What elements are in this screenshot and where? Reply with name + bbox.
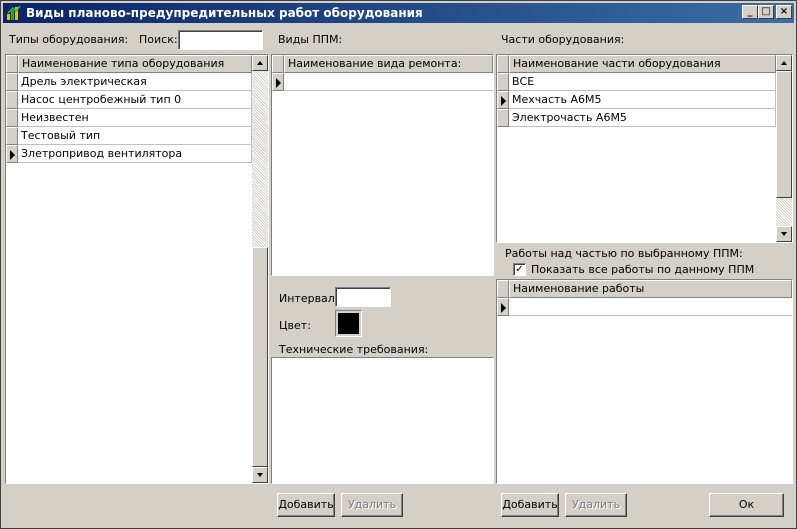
parts-label: Части оборудования:	[501, 33, 625, 46]
scroll-down-button[interactable]	[252, 467, 268, 483]
table-row-selected[interactable]: Злетропривод вентилятора	[6, 145, 252, 163]
works-grid: Наименование работы	[496, 279, 793, 484]
scroll-thumb[interactable]	[252, 247, 268, 467]
current-row-indicator	[497, 298, 509, 316]
table-cell: Мехчасть А6М5	[509, 91, 776, 109]
current-row-indicator	[272, 73, 284, 91]
show-all-works-checkbox[interactable]: ✓	[513, 263, 526, 276]
search-input[interactable]	[178, 30, 263, 50]
close-icon: ×	[779, 6, 789, 17]
show-all-works-label: Показать все работы по данному ППМ	[531, 263, 755, 276]
ppm-grid: Наименование вида ремонта:	[271, 54, 494, 276]
ok-button[interactable]: Ок	[709, 493, 784, 517]
table-cell	[509, 298, 792, 316]
tech-requirements-label: Технические требования:	[279, 343, 429, 356]
table-row[interactable]: ВСЕ	[497, 73, 776, 91]
app-icon	[7, 5, 21, 20]
table-row[interactable]: Неизвестен	[6, 109, 252, 127]
header-indicator	[497, 280, 509, 298]
current-row-indicator	[6, 145, 18, 163]
scroll-down-icon	[257, 473, 263, 477]
scroll-up-button[interactable]	[252, 55, 268, 71]
table-cell	[284, 73, 493, 91]
row-pointer-icon	[10, 150, 15, 160]
equipment-types-grid: Наименование типа оборудования Дрель эле…	[5, 54, 269, 484]
scroll-down-icon	[781, 232, 787, 236]
header-indicator	[497, 55, 509, 73]
search-label: Поиск:	[139, 33, 178, 46]
scroll-up-button[interactable]	[776, 55, 792, 71]
works-label: Работы над частью по выбранному ППМ:	[505, 247, 743, 260]
minimize-icon: _	[747, 6, 753, 17]
row-indicator	[6, 91, 18, 109]
interval-label: Интервал:	[279, 292, 339, 305]
color-picker[interactable]	[335, 310, 362, 337]
table-cell: Насос центробежный тип 0	[18, 91, 252, 109]
table-row-new[interactable]	[497, 298, 792, 316]
add-work-button[interactable]: Добавить	[501, 493, 559, 517]
scroll-thumb[interactable]	[776, 71, 792, 198]
row-indicator	[497, 73, 509, 91]
table-row-selected[interactable]: Мехчасть А6М5	[497, 91, 776, 109]
maximize-button[interactable]: □	[758, 5, 774, 19]
row-indicator	[6, 73, 18, 91]
row-pointer-icon	[501, 96, 506, 106]
current-row-indicator	[497, 91, 509, 109]
add-ppm-button[interactable]: Добавить	[277, 493, 335, 517]
close-button[interactable]: ×	[776, 5, 792, 19]
table-cell: Дрель электрическая	[18, 73, 252, 91]
tech-requirements-memo[interactable]	[271, 357, 494, 484]
row-pointer-icon	[501, 303, 506, 313]
equipment-types-label: Типы оборудования:	[9, 33, 129, 46]
parts-grid: Наименование части оборудования ВСЕ Мехч…	[496, 54, 793, 243]
row-indicator	[497, 109, 509, 127]
table-cell: Тестовый тип	[18, 127, 252, 145]
row-pointer-icon	[276, 78, 281, 88]
equipment-types-scrollbar[interactable]	[252, 55, 268, 483]
parts-scrollbar[interactable]	[776, 55, 792, 242]
table-cell: Неизвестен	[18, 109, 252, 127]
header-indicator	[6, 55, 18, 73]
part-column-header[interactable]: Наименование части оборудования	[509, 55, 776, 73]
work-column-header[interactable]: Наименование работы	[509, 280, 792, 298]
row-indicator	[6, 109, 18, 127]
minimize-button[interactable]: _	[742, 5, 758, 19]
delete-work-button[interactable]: Удалить	[565, 493, 627, 517]
main-window: Виды планово-предупредительных работ обо…	[0, 0, 797, 529]
table-row-new[interactable]	[272, 73, 493, 91]
table-cell: Злетропривод вентилятора	[18, 145, 252, 163]
table-cell: ВСЕ	[509, 73, 776, 91]
title-bar[interactable]: Виды планово-предупредительных работ обо…	[3, 3, 794, 23]
delete-ppm-button[interactable]: Удалить	[341, 493, 403, 517]
scroll-up-icon	[781, 61, 787, 65]
equipment-type-column-header[interactable]: Наименование типа оборудования	[18, 55, 252, 73]
header-indicator	[272, 55, 284, 73]
color-swatch	[338, 313, 359, 334]
color-label: Цвет:	[279, 319, 311, 332]
table-row[interactable]: Электрочасть А6М5	[497, 109, 776, 127]
table-row[interactable]: Дрель электрическая	[6, 73, 252, 91]
interval-input[interactable]	[335, 287, 391, 307]
row-indicator	[6, 127, 18, 145]
repair-kind-column-header[interactable]: Наименование вида ремонта:	[284, 55, 493, 73]
window-title: Виды планово-предупредительных работ обо…	[26, 6, 423, 20]
ppm-label: Виды ППМ:	[278, 33, 343, 46]
table-row[interactable]: Тестовый тип	[6, 127, 252, 145]
table-row[interactable]: Насос центробежный тип 0	[6, 91, 252, 109]
scroll-up-icon	[257, 61, 263, 65]
maximize-icon: □	[761, 6, 771, 17]
table-cell: Электрочасть А6М5	[509, 109, 776, 127]
scroll-down-button[interactable]	[776, 226, 792, 242]
